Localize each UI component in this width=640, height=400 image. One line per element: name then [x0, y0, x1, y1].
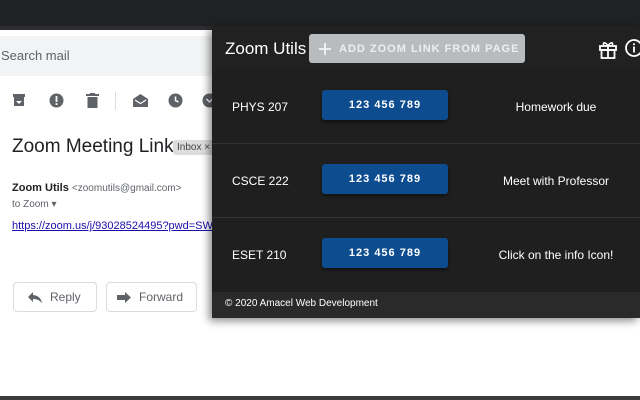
meeting-note: Homework due: [515, 100, 597, 114]
gift-icon[interactable]: [598, 39, 618, 59]
course-name: CSCE 222: [232, 174, 289, 188]
meeting-note: Meet with Professor: [502, 174, 610, 188]
forward-button[interactable]: Forward: [106, 282, 197, 312]
copyright-text: © 2020 Amacel Web Development: [225, 298, 378, 309]
sender-line: Zoom Utils <zoomutils@gmail.com>: [12, 182, 182, 194]
join-meeting-button[interactable]: 123 456 789: [322, 90, 448, 120]
sender-email: <zoomutils@gmail.com>: [71, 183, 182, 194]
add-zoom-link-label: ADD ZOOM LINK FROM PAGE: [339, 42, 520, 55]
meeting-row: ESET 210 123 456 789 Click on the info I…: [212, 218, 640, 292]
search-input[interactable]: Search mail: [0, 36, 215, 76]
join-meeting-button[interactable]: 123 456 789: [322, 238, 448, 268]
email-subject: Zoom Meeting Link: [12, 136, 174, 157]
reply-label: Reply: [50, 290, 81, 304]
mail-toolbar: [0, 84, 216, 118]
info-icon[interactable]: [625, 39, 640, 57]
meeting-row: CSCE 222 123 456 789 Meet with Professor: [212, 144, 640, 218]
snooze-icon[interactable]: [167, 92, 183, 108]
mark-unread-icon[interactable]: [132, 92, 148, 108]
bottom-edge: [0, 396, 640, 400]
forward-icon: [117, 291, 131, 303]
screen: Search mail Zoom Meeting Link Inbox × Zo…: [0, 0, 640, 400]
meeting-row: PHYS 207 123 456 789 Homework due: [212, 70, 640, 144]
report-spam-icon[interactable]: [48, 92, 64, 108]
zoom-utils-popup: Zoom Utils ADD ZOOM LINK FROM PAGE PHYS …: [212, 26, 640, 318]
forward-label: Forward: [139, 290, 184, 304]
inbox-label-badge[interactable]: Inbox ×: [173, 140, 215, 155]
toolbar-divider: [115, 92, 116, 110]
course-name: ESET 210: [232, 248, 287, 262]
reply-button[interactable]: Reply: [13, 282, 97, 312]
zoom-link[interactable]: https://zoom.us/j/93028524495?pwd=SWhxd: [12, 220, 212, 232]
search-placeholder: Search mail: [1, 48, 70, 63]
browser-top-bar: [0, 0, 640, 26]
archive-icon[interactable]: [11, 92, 27, 108]
meeting-note: Click on the info Icon!: [498, 248, 614, 262]
plus-icon: [319, 42, 331, 55]
recipient-dropdown[interactable]: to Zoom ▾: [12, 199, 56, 210]
popup-footer: © 2020 Amacel Web Development: [212, 292, 640, 318]
reply-icon: [28, 291, 42, 303]
delete-icon[interactable]: [84, 92, 100, 108]
sender-name: Zoom Utils: [12, 182, 69, 194]
course-name: PHYS 207: [232, 100, 289, 114]
add-zoom-link-button[interactable]: ADD ZOOM LINK FROM PAGE: [309, 34, 525, 63]
popup-header: Zoom Utils ADD ZOOM LINK FROM PAGE: [212, 26, 640, 70]
join-meeting-button[interactable]: 123 456 789: [322, 164, 448, 194]
popup-title: Zoom Utils: [225, 39, 307, 58]
